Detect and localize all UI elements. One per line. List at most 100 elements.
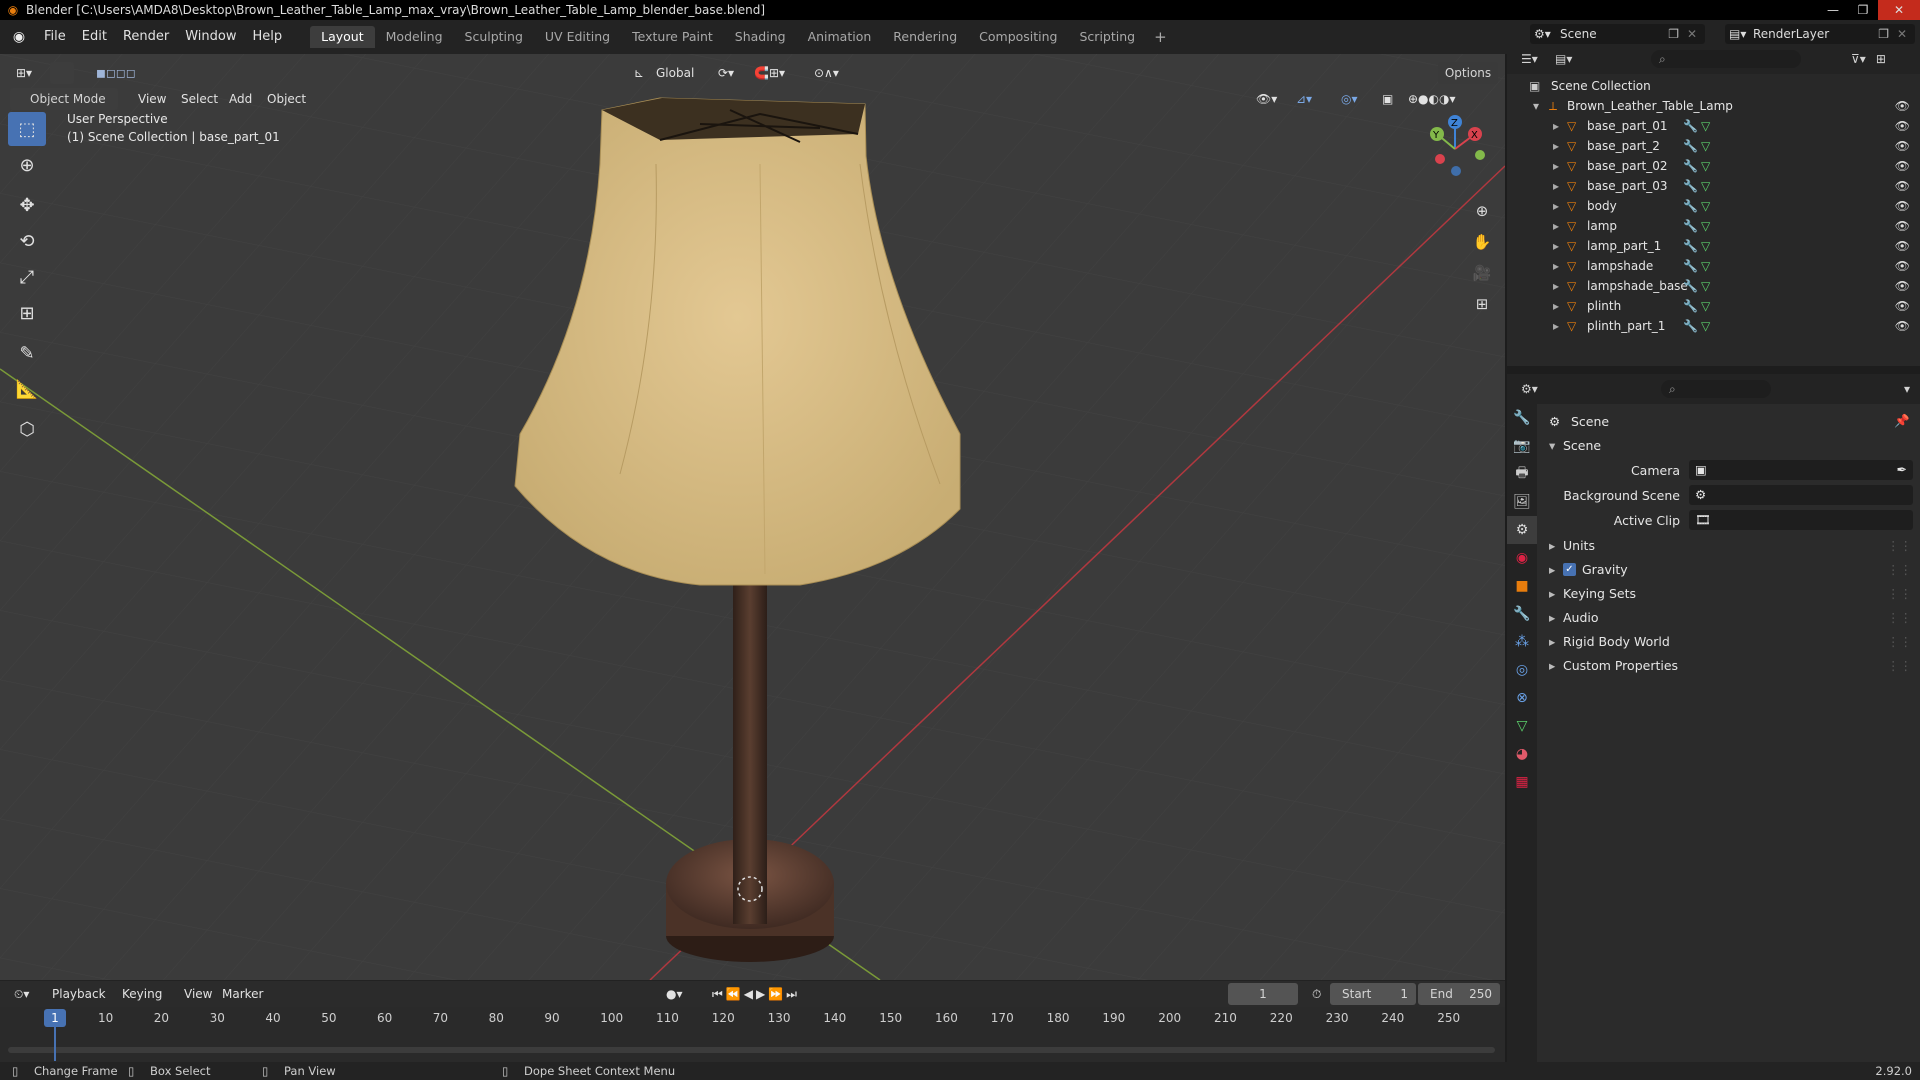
zoom-icon[interactable]: ⊕ — [1468, 197, 1496, 225]
editor-type-icon[interactable]: ⊞▾ — [10, 62, 38, 84]
drag-handle-icon[interactable]: ⋮⋮ — [1887, 610, 1912, 625]
properties-search-input[interactable]: ⌕ — [1661, 380, 1771, 398]
texture-tab-icon[interactable]: ▦ — [1507, 768, 1537, 796]
outliner-object-row[interactable]: ▸ ▽ base_part_01 🔧 ▽ 👁 — [1507, 116, 1920, 136]
properties-editor[interactable]: ⚙▾ ⌕ ▾ 🔧 📷 🖶 🖼 ⚙ ◉ ■ 🔧 ⁂ ◎ ⊗ ▽ ◕ ▦ ⚙ Sce… — [1507, 374, 1920, 1062]
active-clip-field[interactable]: 🎞 — [1689, 510, 1913, 530]
visibility-eye-icon[interactable]: 👁 — [1895, 219, 1910, 233]
modifier-icon[interactable]: 🔧 — [1683, 119, 1701, 133]
mesh-data-icon[interactable]: ▽ — [1701, 259, 1710, 273]
menu-file[interactable]: File — [36, 26, 74, 48]
camera-view-icon[interactable]: 🎥 — [1468, 259, 1496, 287]
menu-keying[interactable]: Keying — [116, 983, 168, 1005]
subpanel-header[interactable]: ▸ Keying Sets ⋮⋮ — [1537, 582, 1920, 604]
visibility-eye-icon[interactable]: 👁 — [1895, 159, 1910, 173]
outliner-object-row[interactable]: ▸ ▽ lampshade_base 🔧 ▽ 👁 — [1507, 276, 1920, 296]
tab-compositing[interactable]: Compositing — [968, 26, 1068, 48]
expand-collection-icon[interactable]: ▾ — [1533, 99, 1549, 113]
modifier-icon[interactable]: 🔧 — [1683, 199, 1701, 213]
modifier-icon[interactable]: 🔧 — [1683, 139, 1701, 153]
pivot-point-icon[interactable]: ⟳▾ — [712, 62, 740, 84]
menu-select[interactable]: Select — [175, 88, 224, 110]
preview-range-icon[interactable]: ⏱ — [1306, 983, 1327, 1005]
tab-layout[interactable]: Layout — [310, 26, 375, 48]
outliner-row-collection[interactable]: ▾ ⟂ Brown_Leather_Table_Lamp 👁 — [1507, 96, 1920, 116]
menu-help[interactable]: Help — [245, 26, 291, 48]
outliner-object-row[interactable]: ▸ ▽ base_part_02 🔧 ▽ 👁 — [1507, 156, 1920, 176]
xray-icon[interactable]: ▣ — [1376, 88, 1399, 110]
drag-handle-icon[interactable]: ⋮⋮ — [1887, 586, 1912, 601]
navigation-gizmo[interactable]: Z X Y — [1425, 114, 1495, 184]
modifier-icon[interactable]: 🔧 — [1683, 299, 1701, 313]
select-tool-icon[interactable] — [50, 62, 74, 84]
render-tab-icon[interactable]: 📷 — [1507, 432, 1537, 460]
timeline-ruler[interactable]: 10 20 30 40 50 60 70 80 90 100 110 120 130 140 150 160 1… — [0, 1007, 1505, 1063]
pin-icon[interactable]: 📌 — [1894, 413, 1910, 429]
visibility-eye-icon[interactable]: 👁 — [1895, 179, 1910, 193]
scene-panel-header[interactable]: ▾ Scene — [1537, 434, 1920, 456]
data-tab-icon[interactable]: ▽ — [1507, 712, 1537, 740]
current-frame-field[interactable]: 1 — [1228, 983, 1298, 1005]
annotate-tool-icon[interactable]: ✎ — [8, 336, 46, 370]
subpanel-header[interactable]: ▸ ✓ Gravity ⋮⋮ — [1537, 558, 1920, 580]
tab-texture-paint[interactable]: Texture Paint — [621, 26, 724, 48]
constraints-tab-icon[interactable]: ⊗ — [1507, 684, 1537, 712]
modifier-icon[interactable]: 🔧 — [1683, 279, 1701, 293]
expand-object-icon[interactable]: ▸ — [1553, 119, 1567, 133]
blender-menu-icon[interactable]: ◉ — [8, 26, 30, 48]
scene-tab-icon[interactable]: ⚙ — [1507, 516, 1537, 544]
expand-object-icon[interactable]: ▸ — [1553, 259, 1567, 273]
snap-icon[interactable]: 🧲⊞▾ — [748, 62, 791, 84]
options-dropdown[interactable]: Options — [1438, 62, 1498, 84]
expand-object-icon[interactable]: ▸ — [1553, 139, 1567, 153]
object-mode-dropdown[interactable]: Object Mode — [10, 88, 118, 110]
maximize-button[interactable]: ❐ — [1848, 0, 1878, 20]
expand-object-icon[interactable]: ▸ — [1553, 239, 1567, 253]
tab-modeling[interactable]: Modeling — [375, 26, 454, 48]
overlays-icon[interactable]: ◎▾ — [1335, 88, 1364, 110]
gravity-checkbox[interactable]: ✓ — [1563, 562, 1576, 576]
mesh-data-icon[interactable]: ▽ — [1701, 139, 1710, 153]
measure-tool-icon[interactable]: 📐 — [8, 372, 46, 406]
expand-object-icon[interactable]: ▸ — [1553, 279, 1567, 293]
subpanel-header[interactable]: ▸ Custom Properties ⋮⋮ — [1537, 654, 1920, 676]
expand-object-icon[interactable]: ▸ — [1553, 159, 1567, 173]
scene-selector[interactable]: ⚙▾ Scene ❐ ✕ — [1530, 24, 1705, 44]
drag-handle-icon[interactable]: ⋮⋮ — [1887, 658, 1912, 673]
particles-tab-icon[interactable]: ⁂ — [1507, 628, 1537, 656]
pan-hand-icon[interactable]: ✋ — [1468, 228, 1496, 256]
remove-layer-icon[interactable]: ✕ — [1897, 27, 1907, 41]
tab-rendering[interactable]: Rendering — [882, 26, 968, 48]
outliner-object-row[interactable]: ▸ ▽ body 🔧 ▽ 👁 — [1507, 196, 1920, 216]
timeline-editor[interactable]: ⏲▾ Playback Keying View Marker ●▾ ⏮⏪◀▶⏩⏭… — [0, 980, 1505, 1063]
add-workspace-icon[interactable]: + — [1146, 28, 1175, 46]
record-icon[interactable]: ●▾ — [660, 983, 689, 1005]
mesh-data-icon[interactable]: ▽ — [1701, 159, 1710, 173]
expand-object-icon[interactable]: ▸ — [1553, 179, 1567, 193]
outliner-search-input[interactable]: ⌕ — [1651, 50, 1801, 68]
drag-handle-icon[interactable]: ⋮⋮ — [1887, 562, 1912, 577]
menu-object[interactable]: Object — [261, 88, 312, 110]
visibility-eye-icon[interactable]: 👁 — [1895, 259, 1910, 273]
modifier-icon[interactable]: 🔧 — [1683, 159, 1701, 173]
new-scene-icon[interactable]: ❐ — [1668, 27, 1679, 41]
visibility-eye-icon[interactable]: 👁 — [1895, 319, 1910, 333]
mesh-data-icon[interactable]: ▽ — [1701, 219, 1710, 233]
modifier-icon[interactable]: 🔧 — [1683, 219, 1701, 233]
outliner-object-row[interactable]: ▸ ▽ plinth_part_1 🔧 ▽ 👁 — [1507, 316, 1920, 336]
timeline-editor-type-icon[interactable]: ⏲▾ — [8, 983, 35, 1005]
mesh-data-icon[interactable]: ▽ — [1701, 119, 1710, 133]
mesh-data-icon[interactable]: ▽ — [1701, 279, 1710, 293]
subpanel-header[interactable]: ▸ Rigid Body World ⋮⋮ — [1537, 630, 1920, 652]
mesh-data-icon[interactable]: ▽ — [1701, 199, 1710, 213]
camera-field[interactable]: ▣ ✒ — [1689, 460, 1913, 480]
outliner-object-row[interactable]: ▸ ▽ plinth 🔧 ▽ 👁 — [1507, 296, 1920, 316]
visibility-eye-icon[interactable]: 👁 — [1895, 299, 1910, 313]
ortho-grid-icon[interactable]: ⊞ — [1468, 290, 1496, 318]
mesh-data-icon[interactable]: ▽ — [1701, 179, 1710, 193]
visibility-eye-icon[interactable]: 👁 — [1895, 279, 1910, 293]
close-button[interactable]: ✕ — [1878, 0, 1920, 20]
outliner-object-row[interactable]: ▸ ▽ lamp 🔧 ▽ 👁 — [1507, 216, 1920, 236]
tab-sculpting[interactable]: Sculpting — [454, 26, 534, 48]
proportional-edit-icon[interactable]: ⊙∧▾ — [808, 62, 845, 84]
